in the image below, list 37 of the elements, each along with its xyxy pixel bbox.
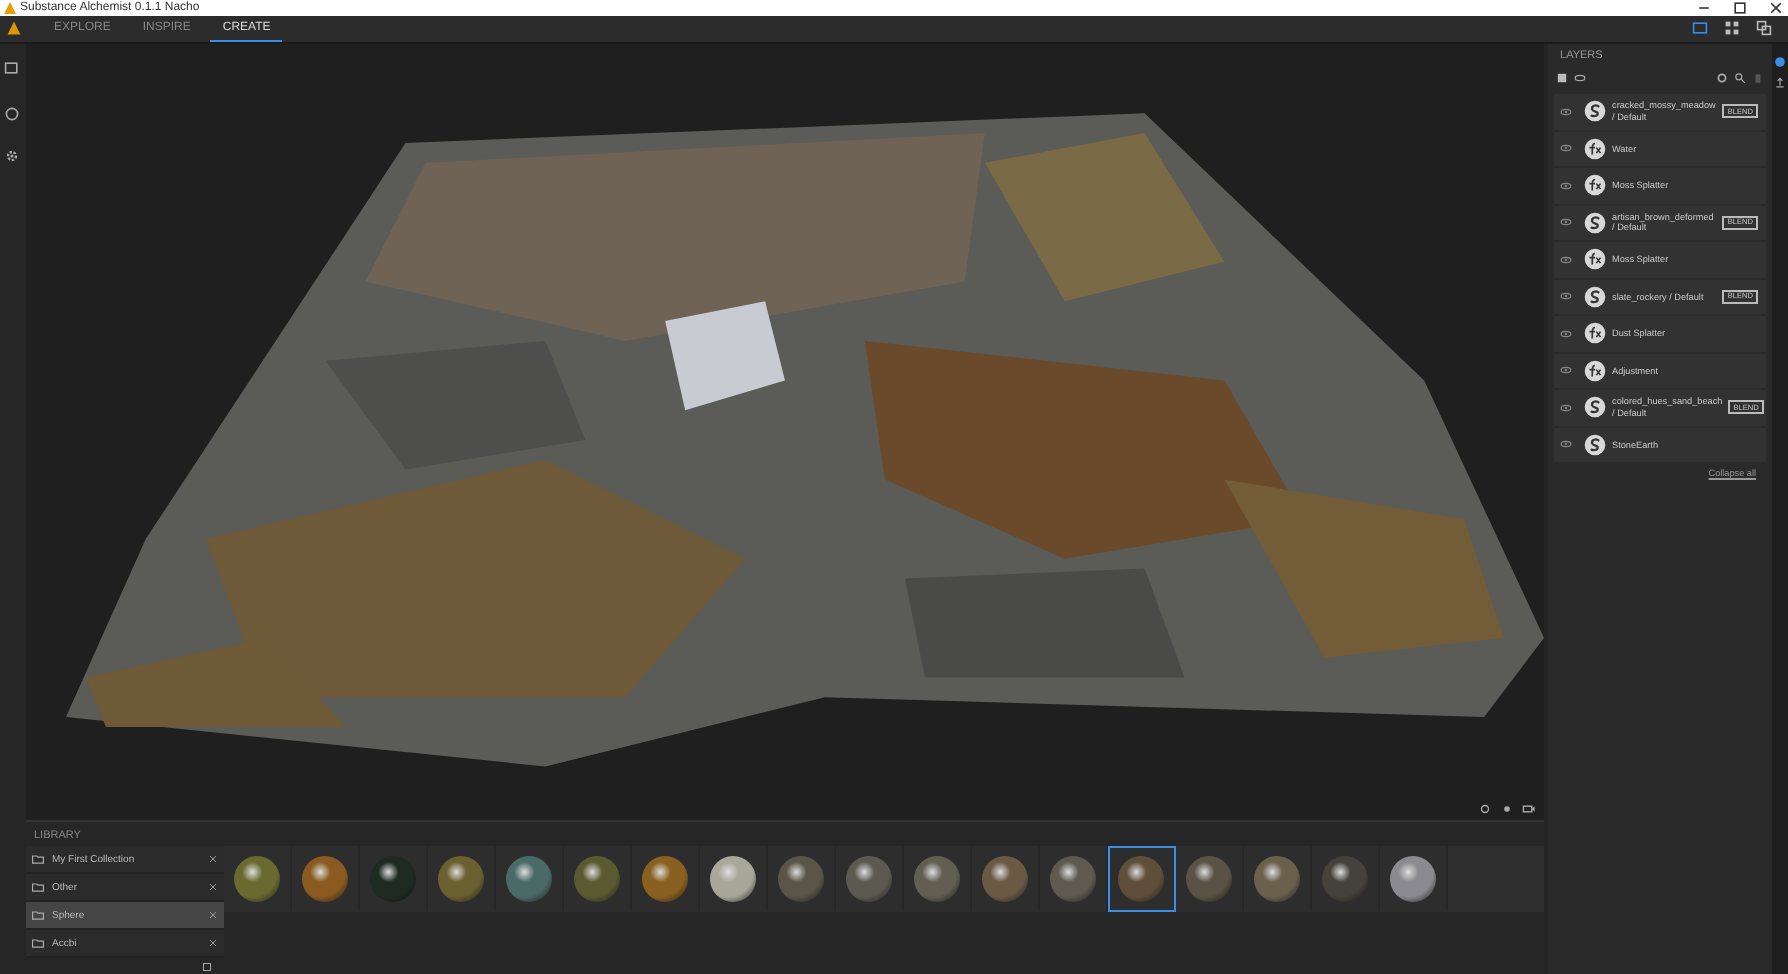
substance-icon [1584, 433, 1607, 456]
fx-icon [1584, 174, 1607, 197]
substance-icon [1584, 211, 1607, 234]
close-icon[interactable] [207, 854, 218, 864]
eye-icon[interactable] [1560, 438, 1573, 451]
fx-icon [1584, 322, 1607, 345]
eye-icon[interactable] [1560, 179, 1573, 192]
folder-icon [31, 938, 44, 948]
folder-icon [31, 854, 44, 864]
library-icon[interactable] [4, 60, 21, 76]
eye-icon[interactable] [1560, 216, 1573, 229]
close-icon[interactable] [1768, 0, 1784, 16]
maximize-icon[interactable] [1732, 0, 1748, 16]
camera-icon[interactable] [1522, 801, 1537, 816]
close-icon[interactable] [207, 938, 218, 948]
folder-icon [31, 910, 44, 920]
eye-icon[interactable] [1560, 253, 1573, 266]
eye-icon[interactable] [1560, 290, 1573, 303]
eye-icon[interactable] [1560, 142, 1573, 155]
substance-icon [1584, 100, 1607, 123]
layers-icon[interactable] [1756, 20, 1772, 36]
grid-icon[interactable] [1724, 20, 1740, 36]
eye-icon[interactable] [1560, 364, 1573, 377]
eye-icon[interactable] [1560, 105, 1573, 118]
eye-icon[interactable] [1574, 72, 1587, 84]
eye-icon[interactable] [1560, 401, 1573, 414]
folder-icon [31, 882, 44, 892]
panel-icon[interactable] [1692, 20, 1708, 36]
material-thumbnail[interactable] [1107, 846, 1176, 912]
substance-icon [1584, 285, 1607, 308]
fx-icon [1584, 248, 1607, 271]
close-icon[interactable] [207, 882, 218, 892]
fx-icon [1584, 359, 1607, 382]
export-icon[interactable] [1774, 76, 1786, 88]
substance-icon [1584, 396, 1607, 419]
eye-icon[interactable] [1560, 327, 1573, 340]
fx-icon [1584, 137, 1607, 160]
